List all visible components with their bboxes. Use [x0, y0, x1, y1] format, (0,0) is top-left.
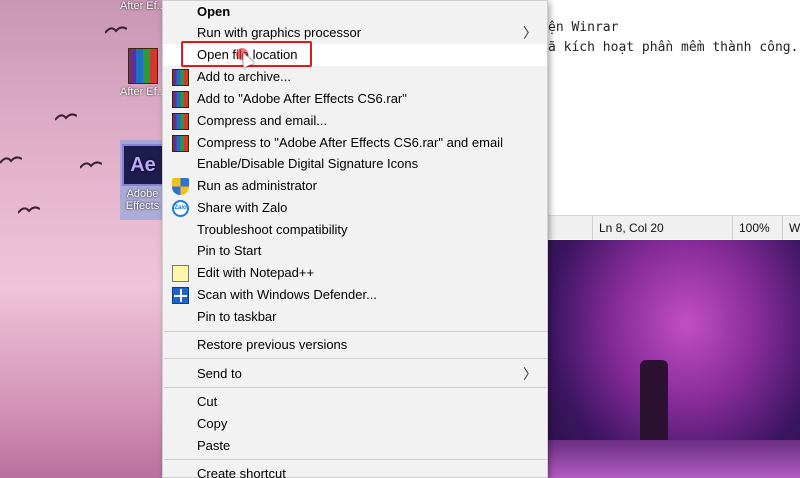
chevron-right-icon: 〉 — [523, 366, 537, 382]
uac-shield-icon — [172, 178, 189, 195]
bird-silhouette — [0, 156, 22, 164]
notepad-status-bar: Ln 8, Col 20 100% Wi — [548, 215, 800, 240]
context-menu: Open Run with graphics processor 〉 Open … — [162, 0, 548, 478]
menu-separator — [164, 358, 548, 359]
defender-icon — [172, 287, 189, 304]
desktop-icon-label: After Ef... — [120, 0, 165, 12]
menu-item-label: Enable/Disable Digital Signature Icons — [197, 156, 419, 171]
menu-item-add-to-archive[interactable]: Add to archive... — [163, 66, 547, 88]
menu-item-label: Edit with Notepad++ — [197, 265, 315, 280]
menu-item-label: Paste — [197, 438, 231, 453]
zalo-icon: Zalo — [172, 200, 189, 217]
menu-item-label: Scan with Windows Defender... — [197, 287, 377, 302]
menu-item-label: Troubleshoot compatibility — [197, 222, 348, 237]
wallpaper-ground — [548, 440, 800, 478]
menu-item-label: Share with Zalo — [197, 200, 288, 215]
menu-item-compress-and-email[interactable]: Compress and email... — [163, 110, 547, 132]
menu-item-label: Restore previous versions — [197, 337, 348, 352]
chevron-right-icon: 〉 — [523, 25, 537, 41]
menu-item-label: Create shortcut — [197, 466, 286, 478]
menu-item-create-shortcut[interactable]: Create shortcut — [163, 463, 547, 478]
menu-item-run-as-administrator[interactable]: Run as administrator — [163, 175, 547, 197]
menu-item-pin-to-start[interactable]: Pin to Start — [163, 240, 547, 262]
bird-silhouette — [55, 113, 77, 121]
bird-silhouette — [80, 161, 102, 169]
status-position: Ln 8, Col 20 — [592, 216, 732, 240]
menu-item-open[interactable]: Open — [163, 1, 547, 23]
menu-separator — [164, 331, 548, 332]
bird-silhouette — [105, 26, 127, 34]
notepad-window: ện Winrar ã kích hoạt phần mềm thành côn… — [548, 0, 800, 240]
menu-item-label: Run with graphics processor — [197, 25, 362, 40]
status-zoom: 100% — [732, 216, 782, 240]
after-effects-icon: Ae — [122, 144, 164, 186]
menu-item-restore-previous-versions[interactable]: Restore previous versions — [163, 334, 547, 356]
menu-item-scan-with-defender[interactable]: Scan with Windows Defender... — [163, 284, 547, 306]
desktop-icon-winrar-2[interactable]: After Ef... — [120, 48, 165, 98]
menu-item-label: Compress and email... — [197, 113, 328, 128]
menu-item-copy[interactable]: Copy — [163, 413, 547, 435]
menu-separator — [164, 459, 548, 460]
menu-item-label: Pin to taskbar — [197, 309, 277, 324]
menu-item-label: Pin to Start — [197, 243, 262, 258]
menu-item-label: Send to — [197, 366, 242, 381]
menu-item-send-to[interactable]: Send to 〉 — [163, 363, 547, 385]
menu-item-label: Open — [197, 4, 231, 19]
menu-item-edit-with-notepadpp[interactable]: Edit with Notepad++ — [163, 262, 547, 284]
desktop-icon-label: After Ef... — [120, 86, 165, 98]
menu-item-share-with-zalo[interactable]: Zalo Share with Zalo — [163, 197, 547, 219]
menu-item-label: Compress to "Adobe After Effects CS6.rar… — [197, 135, 503, 150]
menu-item-label: Run as administrator — [197, 178, 317, 193]
notepad-line-2: ã kích hoạt phần mềm thành công. — [548, 40, 799, 55]
desktop-icon-winrar-1[interactable]: After Ef... — [120, 0, 165, 12]
winrar-icon — [127, 48, 158, 84]
menu-item-troubleshoot-compatibility[interactable]: Troubleshoot compatibility — [163, 219, 547, 241]
bird-silhouette — [18, 206, 40, 214]
menu-item-label: Add to archive... — [197, 69, 291, 84]
winrar-icon — [172, 113, 189, 130]
menu-item-add-to-rar[interactable]: Add to "Adobe After Effects CS6.rar" — [163, 88, 547, 110]
menu-item-label: Cut — [197, 394, 218, 409]
desktop-icon-label: Adobe Effects — [125, 188, 160, 212]
winrar-icon — [172, 135, 189, 152]
menu-item-label: Copy — [197, 416, 228, 431]
menu-item-label: Add to "Adobe After Effects CS6.rar" — [197, 91, 407, 106]
menu-item-cut[interactable]: Cut — [163, 391, 547, 413]
notepadpp-icon — [172, 265, 189, 282]
status-encoding: Wi — [782, 216, 800, 240]
menu-item-paste[interactable]: Paste — [163, 435, 547, 457]
menu-item-digital-signature-icons[interactable]: Enable/Disable Digital Signature Icons — [163, 153, 547, 175]
winrar-icon — [172, 91, 189, 108]
notepad-line-1: ện Winrar — [548, 20, 619, 35]
desktop-icon-after-effects[interactable]: Ae Adobe Effects — [120, 140, 165, 220]
menu-item-compress-to-rar-and-email[interactable]: Compress to "Adobe After Effects CS6.rar… — [163, 132, 547, 154]
winrar-icon — [172, 69, 189, 86]
menu-item-pin-to-taskbar[interactable]: Pin to taskbar — [163, 306, 547, 328]
menu-separator — [164, 387, 548, 388]
